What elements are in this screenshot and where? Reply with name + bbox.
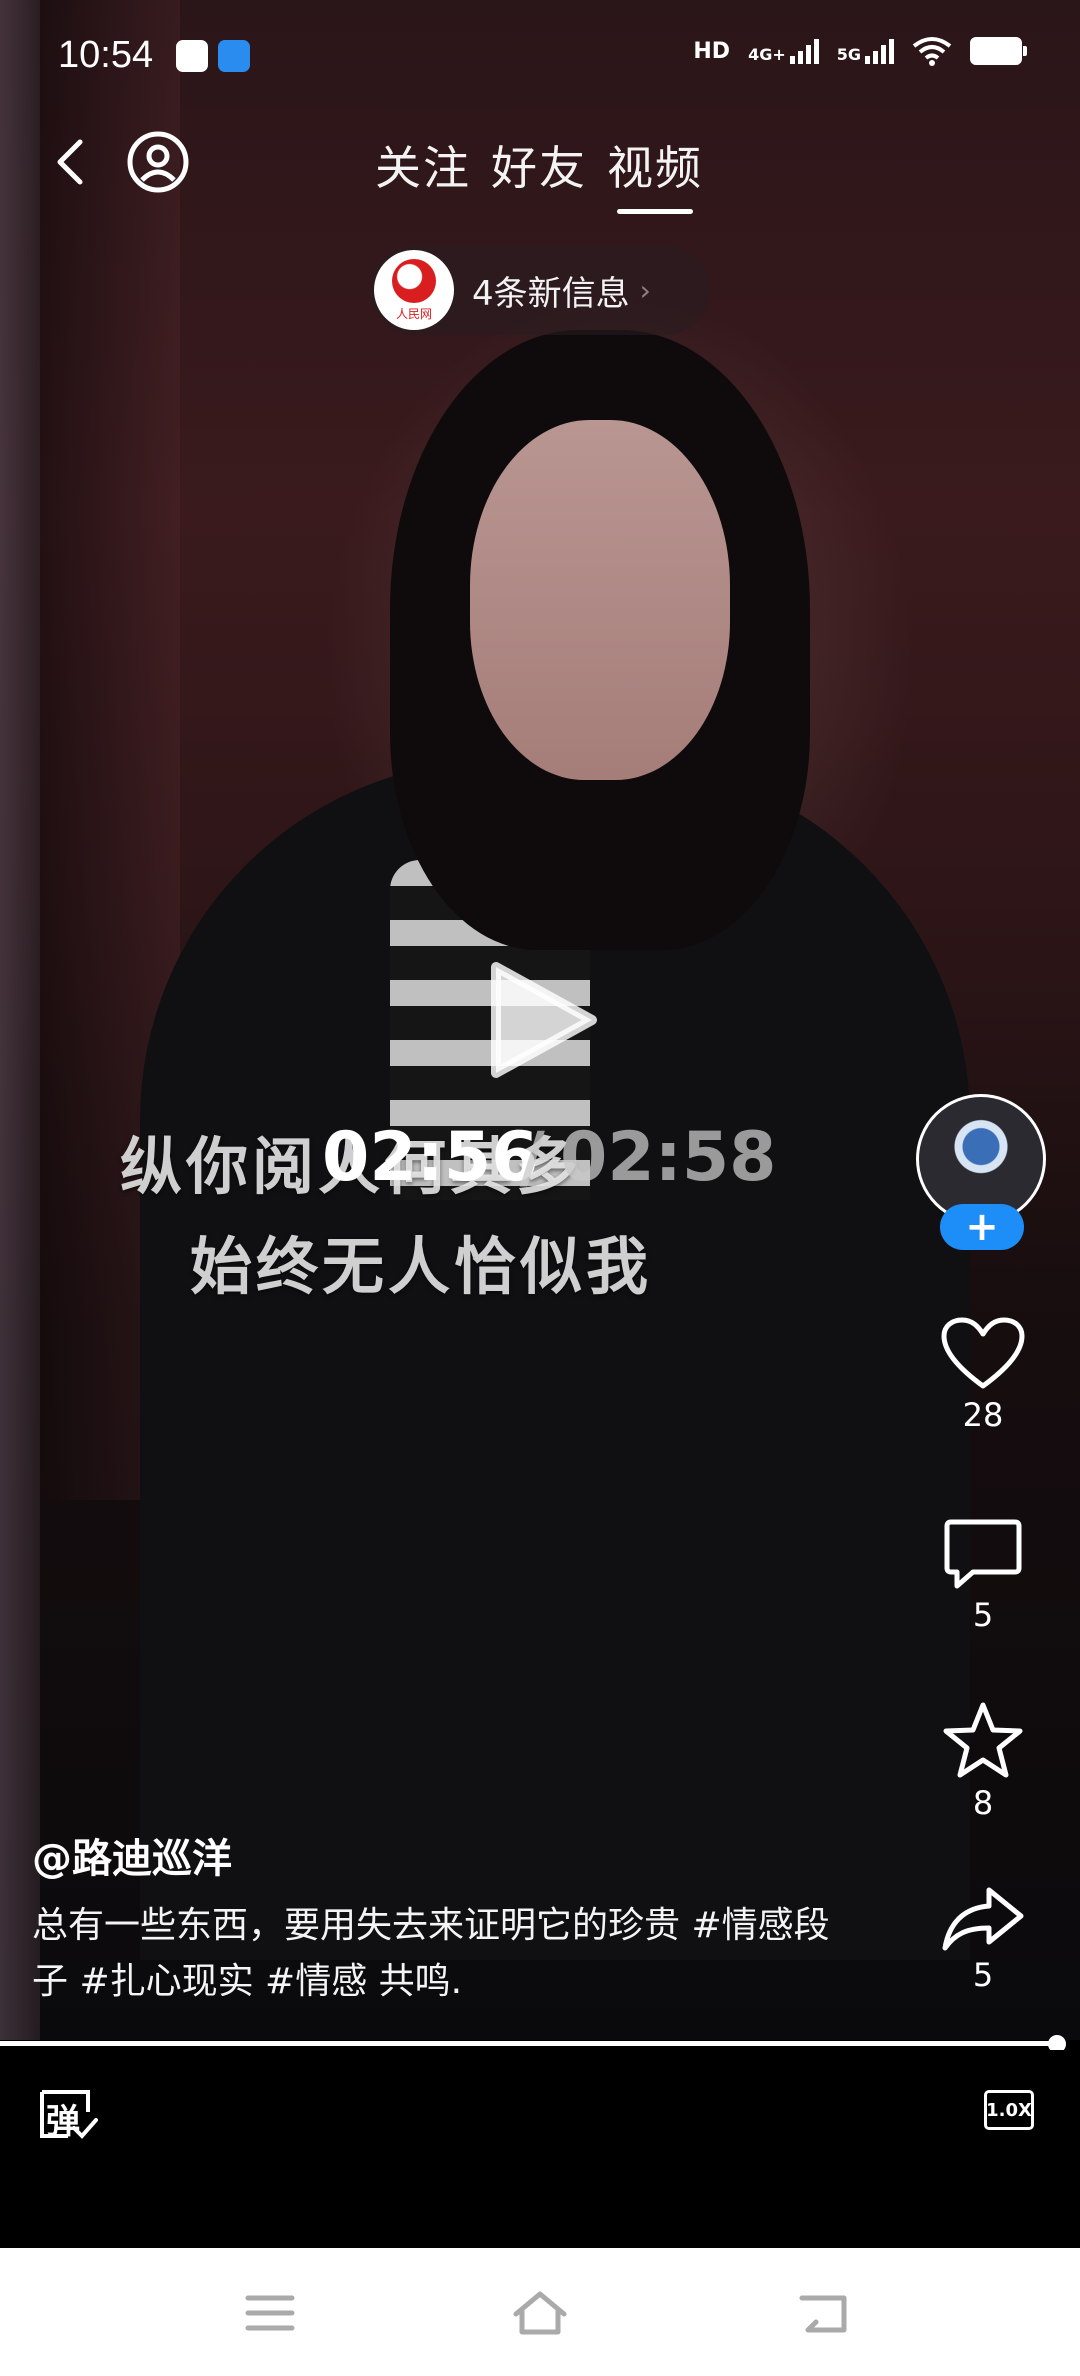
signal-4g-icon: 4G+ (748, 38, 819, 64)
status-indicators: HD 4G+ 5G (693, 36, 1027, 66)
favorite-button[interactable]: 8 (920, 1700, 1046, 1822)
play-icon[interactable] (484, 955, 604, 1085)
favorite-count: 8 (972, 1784, 994, 1822)
time-separator: / (520, 1118, 545, 1197)
battery-icon (970, 37, 1027, 65)
heart-icon (941, 1317, 1025, 1389)
total-time: 02:58 (560, 1118, 777, 1197)
like-count: 28 (962, 1396, 1004, 1434)
tab-video[interactable]: 视频 (607, 132, 703, 214)
tab-friends[interactable]: 好友 (491, 132, 587, 198)
danmu-label: 弹 (46, 2102, 80, 2142)
playback-speed-button[interactable]: 1.0X (984, 2090, 1034, 2130)
share-button[interactable]: 5 (920, 1886, 1046, 1994)
profile-icon[interactable] (126, 130, 190, 194)
share-count: 5 (972, 1956, 994, 1994)
danmu-toggle-button[interactable]: 弹 (38, 2086, 100, 2142)
video-progress-bar[interactable] (0, 2041, 1057, 2046)
wifi-icon (912, 37, 952, 66)
share-arrow-icon (942, 1887, 1024, 1951)
video-caption: 总有一些东西，要用失去来证明它的珍贵 #情感段子 #扎心现实 #情感 共鸣. (32, 1905, 830, 2002)
video-frame-door (0, 0, 40, 2040)
follow-button[interactable]: + (940, 1204, 1024, 1250)
back-arrow-icon[interactable] (44, 132, 104, 192)
logo-mark (392, 258, 436, 303)
current-time: 02:56 (322, 1118, 539, 1197)
comment-count: 5 (972, 1596, 994, 1634)
comment-button[interactable]: 5 (920, 1516, 1046, 1634)
system-navigation-bar (0, 2248, 1080, 2376)
star-icon (943, 1702, 1023, 1778)
feed-tabs: 关注 好友 视频 (375, 132, 703, 214)
player-bottom-bar: 弹 1.0X (0, 2050, 1080, 2248)
back-icon[interactable] (794, 2288, 854, 2338)
hd-icon: HD (693, 38, 731, 64)
video-subtitle-line2: 始终无人恰似我 (190, 1230, 653, 1303)
tab-following[interactable]: 关注 (375, 132, 471, 198)
signal-5g-icon: 5G (837, 38, 894, 64)
like-button[interactable]: 28 (920, 1316, 1046, 1434)
video-frame-person-face (470, 420, 730, 780)
comment-icon (944, 1519, 1022, 1589)
notification-app-icon-blue (218, 40, 250, 72)
status-bar: 10:54 HD 4G+ 5G (0, 0, 1080, 110)
chevron-right-icon: › (639, 273, 651, 307)
status-time: 10:54 (58, 34, 154, 76)
menu-icon[interactable] (240, 2288, 300, 2338)
new-messages-pill[interactable]: 人民网 4条新信息 › (370, 245, 710, 335)
logo-text: 人民网 (395, 306, 432, 321)
top-nav: 关注 好友 视频 (0, 120, 1080, 214)
home-icon[interactable] (510, 2288, 570, 2338)
people-daily-logo: 人民网 (374, 250, 454, 330)
new-messages-text: 4条新信息 (472, 273, 630, 314)
notification-app-icon (176, 40, 208, 72)
creator-username[interactable]: @路迪巡洋 (32, 1826, 232, 1884)
